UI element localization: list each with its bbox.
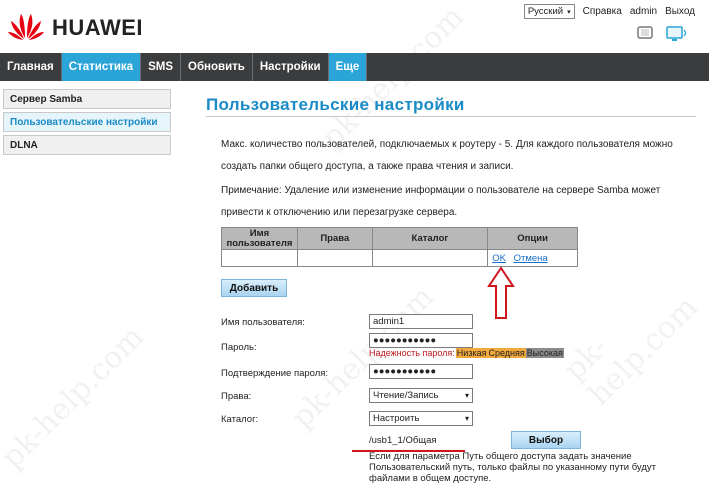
main-nav: Главная Статистика SMS Обновить Настройк… [0,53,709,81]
sidebar-item-dlna[interactable]: DLNA [3,135,171,155]
column-header-options: Опции [487,227,578,250]
rights-select[interactable]: Чтение/Запись ▾ [369,388,473,403]
column-header-username: Имя пользователя [221,227,298,250]
table-cell-options: OK Отмена [487,249,578,267]
nav-item-more[interactable]: Еще [328,53,368,81]
column-header-rights: Права [296,227,373,250]
sidebar-item-user-settings[interactable]: Пользовательские настройки [3,112,171,132]
nav-item-update[interactable]: Обновить [181,53,253,81]
chevron-down-icon: ▾ [464,414,469,423]
username-label: admin [629,6,658,17]
chevron-down-icon: ▾ [464,391,469,400]
catalog-select[interactable]: Настроить ▾ [369,411,473,426]
brand-logo: HUAWEI [6,8,143,48]
username-input[interactable]: admin1 [369,314,473,329]
password-label: Пароль: [221,342,257,353]
logout-link[interactable]: Выход [665,6,695,17]
nav-item-home[interactable]: Главная [0,53,62,81]
strength-low: Низкая [455,348,488,358]
watermark: pk-help.com [0,319,151,476]
table-cell [296,249,373,267]
table-cell [221,249,298,267]
username-label: Имя пользователя: [221,317,305,328]
language-select[interactable]: Русский ▾ [523,4,575,19]
brand-name: HUAWEI [52,15,143,40]
password-strength: Надежность пароля: Низкая Средняя Высока… [369,348,564,358]
catalog-label: Каталог: [221,414,259,425]
cancel-link[interactable]: Отмена [514,253,548,264]
description-text: Макс. количество пользователей, подключа… [221,139,673,172]
chevron-down-icon: ▾ [567,8,571,16]
page-title: Пользовательские настройки [206,95,465,114]
monitor-icon[interactable] [666,26,688,42]
nav-item-sms[interactable]: SMS [141,53,181,81]
password-input[interactable]: ●●●●●●●●●●● [369,333,473,348]
top-toolbar: Русский ▾ Справка admin Выход [523,4,695,19]
confirm-password-input[interactable]: ●●●●●●●●●●● [369,364,473,379]
note-text: Примечание: Удаление или изменение инфор… [221,185,661,218]
sidebar: Сервер Samba Пользовательские настройки … [3,89,171,158]
strength-medium: Средняя [487,348,526,358]
browse-button[interactable]: Выбор [511,431,581,449]
table-header-row: Имя пользователя Права Каталог Опции [221,227,578,250]
huawei-flower-icon [8,14,44,40]
column-header-catalog: Каталог [371,227,489,250]
hint-text: Если для параметра Путь общего доступа з… [369,451,656,484]
strength-label: Надежность пароля: [369,348,455,358]
strength-high: Высокая [525,348,564,358]
divider [206,116,696,117]
rights-label: Права: [221,391,252,402]
confirm-password-label: Подтверждение пароля: [221,368,329,379]
nav-item-settings[interactable]: Настройки [253,53,329,81]
rights-value: Чтение/Запись [373,390,439,401]
ok-link[interactable]: OK [492,253,506,264]
language-value: Русский [527,6,564,17]
sidebar-item-samba-server[interactable]: Сервер Samba [3,89,171,109]
users-table: Имя пользователя Права Каталог Опции OK … [221,227,578,267]
table-row: OK Отмена [221,249,578,267]
help-link[interactable]: Справка [583,6,622,17]
watermark: pk-help.com [557,289,705,413]
share-path-text: /usb1_1/Общая [369,435,437,446]
arrow-up-icon [487,266,515,319]
table-cell [371,249,489,267]
catalog-value: Настроить [373,413,420,424]
window-icon[interactable] [637,26,655,40]
add-button[interactable]: Добавить [221,279,287,297]
nav-item-statistics[interactable]: Статистика [61,53,142,81]
